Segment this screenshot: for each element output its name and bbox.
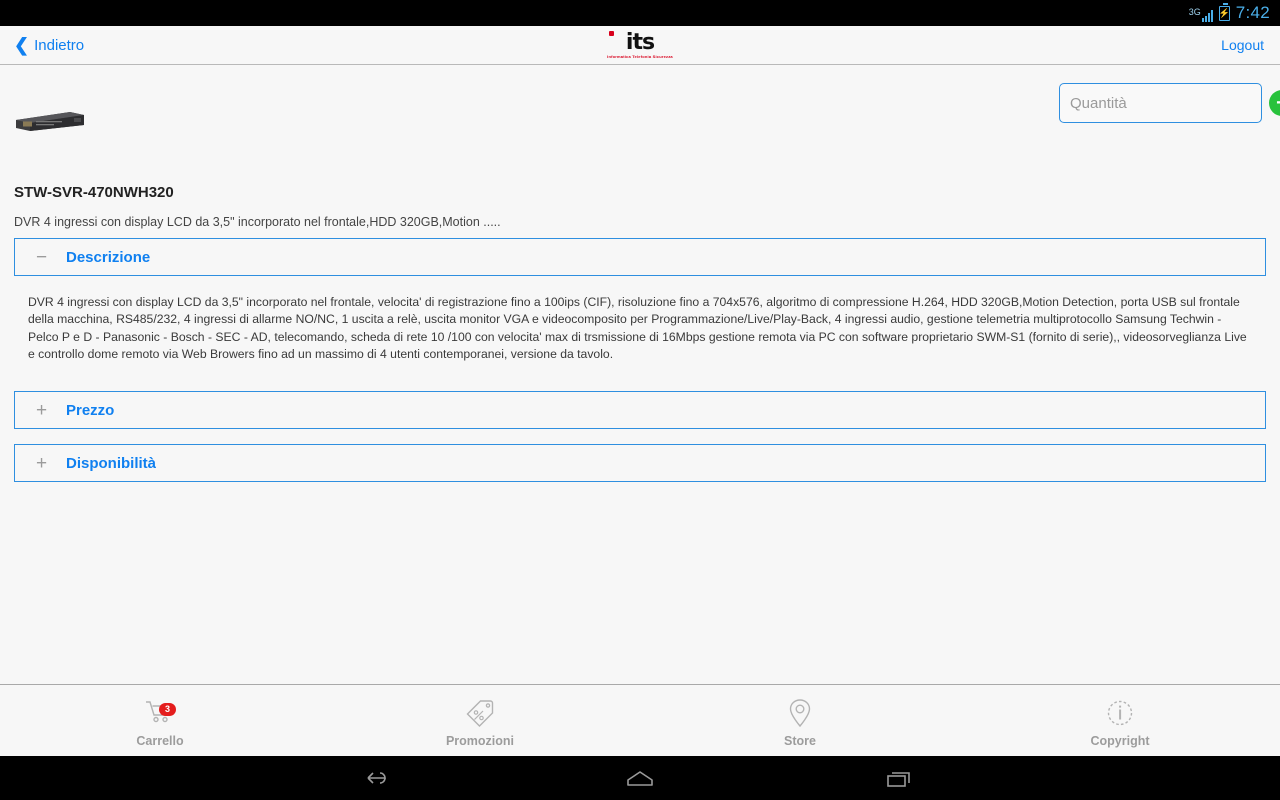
network-status: 3G [1189, 4, 1213, 22]
battery-charging-icon: ⚡ [1219, 2, 1230, 21]
map-pin-icon [783, 698, 817, 728]
android-status-bar: 3G ⚡ 7:42 [0, 0, 1280, 26]
minus-icon: − [35, 246, 48, 268]
nav-item-store[interactable]: Store [640, 694, 960, 748]
section-label-prezzo: Prezzo [66, 401, 115, 419]
android-nav-bar [0, 756, 1280, 800]
chevron-left-icon: ❮ [14, 35, 30, 55]
brand-logo: its Informatica Telefonia Sicurezza [0, 26, 1280, 64]
quantity-field-group: + [1059, 83, 1280, 123]
nav-item-promozioni[interactable]: Promozioni [320, 694, 640, 748]
bottom-navigation: 3 Carrello Promozioni Store Copyright [0, 684, 1280, 756]
app-header: ❮ Indietro its Informatica Telefonia Sic… [0, 26, 1280, 65]
recents-icon[interactable] [876, 761, 924, 795]
signal-bars-icon [1201, 9, 1213, 22]
home-icon[interactable] [616, 761, 664, 795]
main-content: + STW-SVR-470NWH320 DVR 4 ingressi con d… [0, 66, 1280, 684]
section-descrizione: − Descrizione DVR 4 ingressi con display… [14, 238, 1266, 374]
network-type-label: 3G [1188, 7, 1201, 17]
nav-label-store: Store [784, 733, 816, 748]
section-header-disponibilita[interactable]: + Disponibilità [14, 444, 1266, 482]
nav-label-promozioni: Promozioni [445, 733, 515, 748]
product-short-description: DVR 4 ingressi con display LCD da 3,5" i… [14, 215, 501, 229]
add-to-cart-button[interactable]: + [1269, 90, 1280, 116]
info-circle-icon [1103, 698, 1137, 728]
product-image [16, 112, 84, 131]
shopping-cart-icon: 3 [143, 698, 177, 728]
logout-button[interactable]: Logout [1221, 37, 1280, 53]
product-code: STW-SVR-470NWH320 [14, 184, 174, 201]
plus-icon: + [35, 399, 48, 421]
back-button[interactable]: ❮ Indietro [0, 36, 84, 54]
section-label-disponibilita: Disponibilità [66, 454, 156, 472]
plus-icon: + [35, 452, 48, 474]
section-header-prezzo[interactable]: + Prezzo [14, 391, 1266, 429]
app-screen: 3G ⚡ 7:42 ❮ Indietro its Informatica Tel… [0, 0, 1280, 800]
nav-item-copyright[interactable]: Copyright [960, 694, 1280, 748]
section-label-descrizione: Descrizione [66, 248, 151, 266]
logo-tagline: Informatica Telefonia Sicurezza [607, 53, 673, 59]
logo-dot-icon [609, 30, 615, 36]
section-body-descrizione: DVR 4 ingressi con display LCD da 3,5" i… [14, 276, 1266, 374]
quantity-input[interactable] [1070, 94, 1269, 112]
nav-item-carrello[interactable]: 3 Carrello [0, 694, 320, 748]
back-button-label: Indietro [34, 36, 85, 54]
status-bar-clock: 7:42 [1235, 3, 1270, 22]
section-header-descrizione[interactable]: − Descrizione [14, 238, 1266, 276]
back-icon[interactable] [356, 761, 404, 795]
nav-label-carrello: Carrello [136, 733, 184, 748]
section-prezzo: + Prezzo [14, 391, 1266, 429]
cart-badge-count: 3 [159, 702, 176, 716]
nav-label-copyright: Copyright [1090, 733, 1150, 748]
logo-mark: its [625, 29, 655, 55]
price-tag-icon [463, 698, 497, 728]
section-disponibilita: + Disponibilità [14, 444, 1266, 482]
